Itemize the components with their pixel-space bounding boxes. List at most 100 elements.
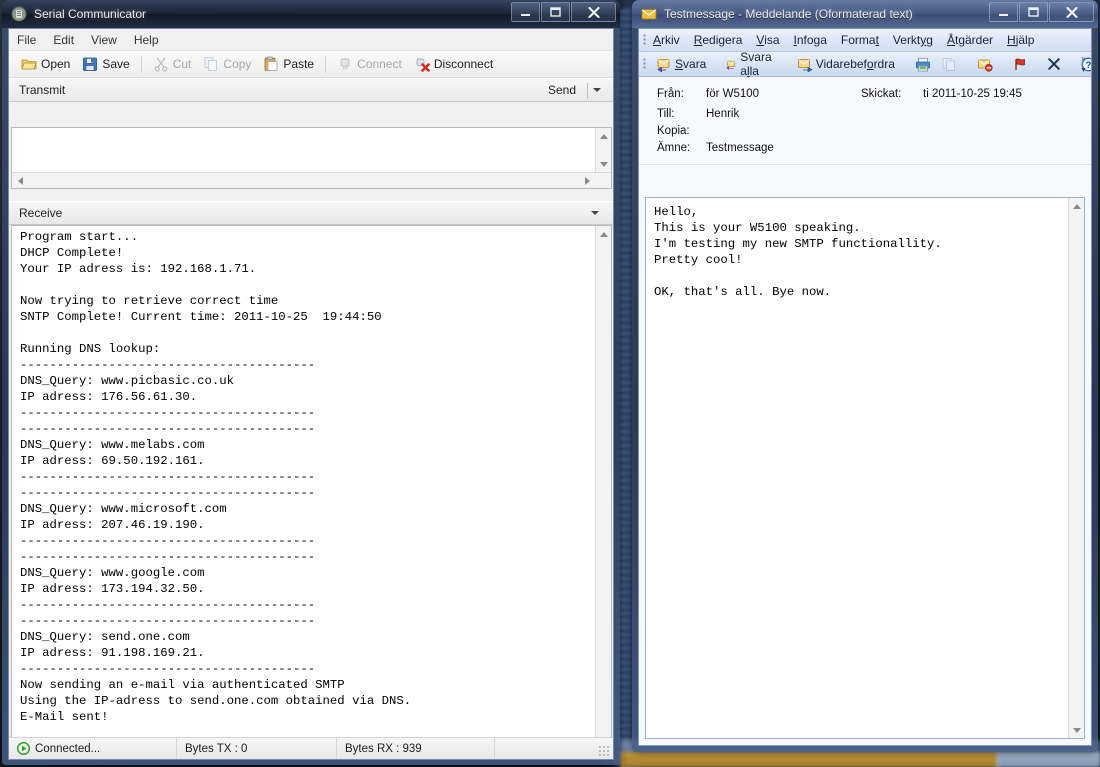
- status-empty: [495, 738, 613, 759]
- copy-button[interactable]: Copy: [199, 54, 255, 74]
- save-button[interactable]: Save: [78, 54, 133, 74]
- connect-button[interactable]: Connect: [333, 54, 406, 74]
- bytes-tx-text: Bytes TX : 0: [185, 743, 247, 755]
- send-button[interactable]: Send: [542, 83, 582, 97]
- receive-options-chevron-down-icon[interactable]: [591, 211, 599, 215]
- scroll-up-icon[interactable]: [1069, 198, 1085, 214]
- mail-window-controls[interactable]: [989, 2, 1094, 22]
- reply-label: Svara: [675, 57, 706, 71]
- serial-menubar[interactable]: File Edit View Help: [9, 29, 613, 51]
- receive-label: Receive: [19, 206, 62, 220]
- reply-all-button[interactable]: Svara alla: [723, 49, 779, 79]
- floppy-disk-icon: [82, 56, 98, 72]
- scroll-down-icon[interactable]: [1069, 722, 1085, 738]
- scroll-left-icon[interactable]: [12, 173, 28, 189]
- close-button[interactable]: [571, 2, 616, 22]
- reply-all-label: Svara alla: [740, 50, 776, 78]
- header-row-cc: Kopia:: [639, 123, 1091, 140]
- serial-statusbar: Connected... Bytes TX : 0 Bytes RX : 939: [9, 737, 613, 759]
- status-bytes-tx: Bytes TX : 0: [177, 738, 337, 759]
- mail-body-vscrollbar[interactable]: [1068, 198, 1084, 738]
- copy-button[interactable]: [938, 56, 960, 73]
- paste-button[interactable]: Paste: [259, 54, 318, 74]
- block-sender-icon: [977, 57, 993, 72]
- menu-item-edit[interactable]: Edit: [53, 33, 74, 47]
- menu-item-verktyg[interactable]: Verktyg: [893, 33, 933, 47]
- scroll-up-icon[interactable]: [596, 128, 612, 144]
- scroll-right-icon[interactable]: [579, 173, 595, 189]
- mail-toolbar[interactable]: Svara Svara alla Vidarebefordra: [639, 52, 1091, 77]
- minimize-button[interactable]: [511, 2, 540, 22]
- toolbar-separator-2: [325, 56, 326, 73]
- open-label: Open: [41, 57, 70, 71]
- connection-status-text: Connected...: [35, 743, 100, 755]
- from-value[interactable]: för W5100: [706, 86, 861, 103]
- overflow-chevrons-icon: »: [1081, 54, 1085, 63]
- forward-button[interactable]: Vidarebefordra: [794, 56, 898, 73]
- status-connection: Connected...: [9, 738, 177, 759]
- flag-icon: [1013, 57, 1027, 72]
- disconnect-button[interactable]: Disconnect: [410, 54, 497, 74]
- maximize-button[interactable]: [541, 2, 570, 22]
- receive-vscrollbar[interactable]: [595, 226, 611, 759]
- minimize-icon: [520, 8, 531, 17]
- menu-item-infoga[interactable]: Infoga: [794, 33, 827, 47]
- cut-button[interactable]: Cut: [149, 54, 196, 74]
- flag-button[interactable]: [1010, 56, 1030, 73]
- reply-icon: [656, 57, 672, 72]
- paste-label: Paste: [283, 57, 314, 71]
- disconnect-label: Disconnect: [434, 57, 493, 71]
- minimize-button[interactable]: [989, 2, 1018, 22]
- copy-icon: [941, 57, 957, 72]
- to-value[interactable]: Henrik: [706, 106, 739, 123]
- send-options-chevron-down-icon[interactable]: [593, 88, 601, 92]
- from-label: Från:: [639, 86, 706, 103]
- toolbar-overflow-button[interactable]: » ▾: [1078, 53, 1089, 75]
- menu-item-file[interactable]: File: [17, 33, 36, 47]
- transmit-label: Transmit: [19, 83, 65, 97]
- disconnect-icon: [414, 56, 430, 72]
- menu-item-help[interactable]: Help: [134, 33, 159, 47]
- menu-item-visa[interactable]: Visa: [756, 33, 779, 47]
- mail-titlebar[interactable]: Testmessage - Meddelande (Oformaterad te…: [632, 0, 1098, 28]
- close-button[interactable]: [1049, 2, 1094, 22]
- scroll-up-icon[interactable]: [596, 226, 612, 242]
- serial-communicator-window[interactable]: Serial Communicator File: [2, 0, 620, 765]
- save-label: Save: [102, 57, 129, 71]
- mail-body-text: Hello, This is your W5100 speaking. I'm …: [646, 198, 1084, 300]
- mail-menubar[interactable]: Arkiv Redigera Visa Infoga Format Verkty…: [639, 29, 1091, 52]
- mail-headers: Från: för W5100 Skickat: ti 2011-10-25 1…: [639, 77, 1091, 165]
- menu-item-hjalp[interactable]: Hjälp: [1007, 33, 1034, 47]
- mail-message-window[interactable]: Testmessage - Meddelande (Oformaterad te…: [632, 0, 1098, 752]
- transmit-value: [12, 128, 611, 131]
- status-bytes-rx: Bytes RX : 939: [337, 738, 495, 759]
- toolbar-grip-icon[interactable]: [643, 58, 646, 71]
- transmit-textarea[interactable]: [11, 127, 612, 189]
- receive-textarea[interactable]: Program start... DHCP Complete! Your IP …: [11, 225, 612, 760]
- mail-body-box[interactable]: Hello, This is your W5100 speaking. I'm …: [645, 197, 1085, 739]
- resize-grip[interactable]: [598, 745, 610, 757]
- header-separator: [587, 83, 588, 98]
- menu-item-redigera[interactable]: Redigera: [694, 33, 743, 47]
- reply-button[interactable]: Svara: [653, 56, 709, 73]
- bytes-rx-text: Bytes RX : 939: [345, 743, 422, 755]
- transmit-hscrollbar[interactable]: [12, 172, 611, 188]
- block-sender-button[interactable]: [974, 56, 996, 73]
- sent-value: ti 2011-10-25 19:45: [923, 86, 1022, 103]
- menu-item-format[interactable]: Format: [841, 33, 879, 47]
- mail-window-title: Testmessage - Meddelande (Oformaterad te…: [664, 7, 913, 21]
- serial-titlebar[interactable]: Serial Communicator: [2, 0, 620, 28]
- serial-toolbar[interactable]: Open Save Cut: [9, 51, 613, 78]
- menubar-grip-icon[interactable]: [643, 34, 646, 47]
- delete-button[interactable]: [1044, 56, 1064, 72]
- serial-window-controls[interactable]: [511, 2, 616, 22]
- maximize-button[interactable]: [1019, 2, 1048, 22]
- menu-item-arkiv[interactable]: Arkiv: [653, 33, 680, 47]
- menu-item-view[interactable]: View: [91, 33, 117, 47]
- transmit-vscrollbar[interactable]: [595, 128, 611, 172]
- overflow-chevron-down-icon: ▾: [1081, 65, 1085, 74]
- scroll-down-icon[interactable]: [596, 156, 612, 172]
- print-button[interactable]: [912, 56, 935, 73]
- menu-item-atgarder[interactable]: Åtgärder: [947, 33, 993, 47]
- open-button[interactable]: Open: [17, 54, 74, 74]
